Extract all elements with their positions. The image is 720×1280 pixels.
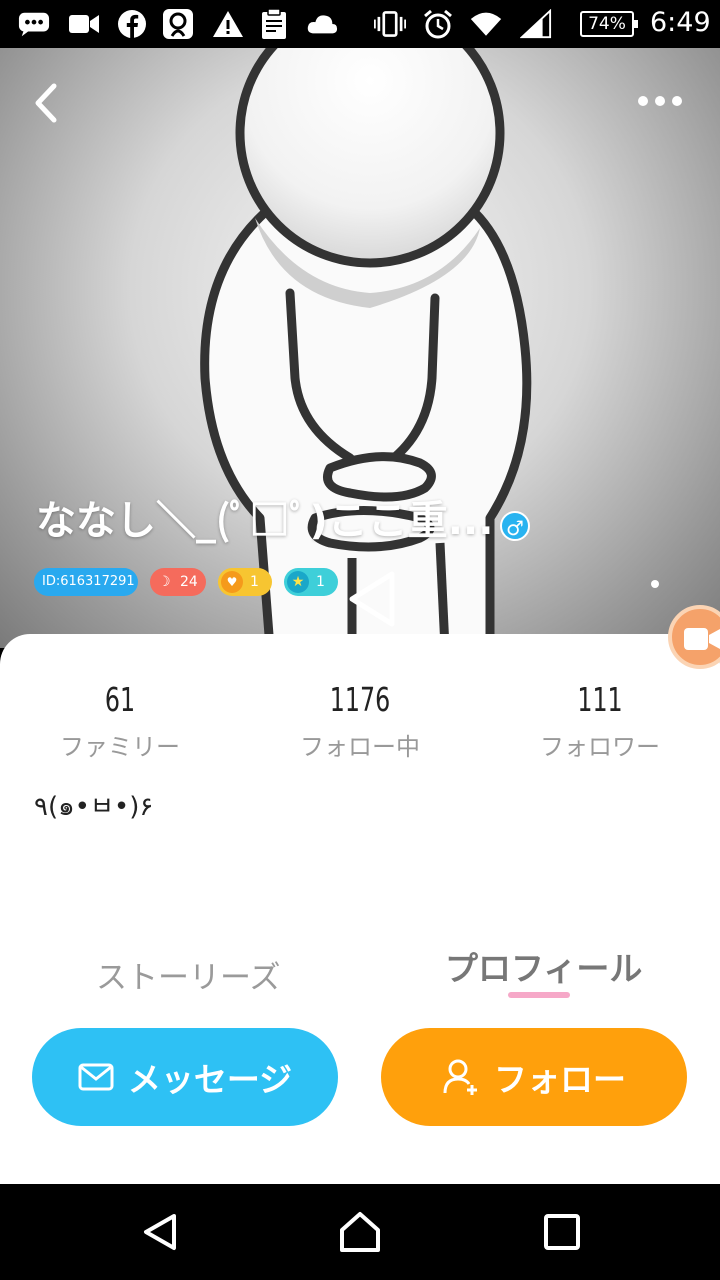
video-camera-icon xyxy=(684,628,720,650)
heart-icon: ♥ xyxy=(221,571,243,593)
page-indicator-dot xyxy=(651,580,659,588)
heart-count: 1 xyxy=(250,574,259,590)
nav-back-icon[interactable] xyxy=(138,1210,182,1254)
tab-profile[interactable]: プロフィール xyxy=(445,942,642,990)
stat-followers[interactable]: 111 フォロワー xyxy=(480,680,720,762)
battery-indicator: 74% xyxy=(580,11,638,37)
active-tab-indicator xyxy=(508,992,570,998)
add-user-icon xyxy=(442,1058,480,1096)
star-badge: ★ 1 xyxy=(284,568,338,596)
stat-label: フォロー中 xyxy=(300,733,420,761)
clock: 6:49 xyxy=(650,7,711,38)
star-count: 1 xyxy=(316,574,325,590)
alarm-icon xyxy=(422,8,454,40)
stat-value: 61 xyxy=(104,680,136,719)
wifi-icon xyxy=(470,8,502,40)
more-options-button[interactable] xyxy=(632,86,688,116)
more-dot-icon xyxy=(672,96,682,106)
nav-home-icon[interactable] xyxy=(338,1210,382,1254)
follow-button[interactable]: フォロー xyxy=(381,1028,687,1126)
stats-row: 61 ファミリー 1176 フォロー中 111 フォロワー xyxy=(0,680,720,762)
play-triangle-icon[interactable] xyxy=(346,568,398,630)
vibrate-icon xyxy=(374,8,406,40)
more-dot-icon xyxy=(638,96,648,106)
stat-label: フォロワー xyxy=(540,733,660,761)
messages-icon xyxy=(18,8,50,40)
video-icon xyxy=(68,8,100,40)
cloud-icon xyxy=(306,8,338,40)
username: ななし＼_(ﾟ□ﾟ)ここ重... xyxy=(36,498,494,544)
stat-family[interactable]: 61 ファミリー xyxy=(0,680,240,762)
stat-following[interactable]: 1176 フォロー中 xyxy=(240,680,480,762)
moon-badge: ☽ 24 xyxy=(150,568,206,596)
male-gender-icon: ♂ xyxy=(500,511,530,541)
moon-icon: ☽ xyxy=(158,574,171,590)
back-button[interactable] xyxy=(26,78,70,128)
nav-recents-icon[interactable] xyxy=(540,1210,584,1254)
clipboard-icon xyxy=(258,8,290,40)
stat-value: 1176 xyxy=(329,680,391,719)
message-button[interactable]: メッセージ xyxy=(32,1028,338,1126)
bio-text: ٩(๑•ㅂ•)۶ xyxy=(34,792,154,822)
stat-value: 111 xyxy=(577,680,623,719)
message-button-label: メッセージ xyxy=(127,1060,293,1099)
app-icon xyxy=(162,8,194,40)
heart-badge: ♥ 1 xyxy=(218,568,272,596)
tab-stories[interactable]: ストーリーズ xyxy=(96,952,280,997)
user-id-badge: ID:616317291 xyxy=(34,568,138,596)
system-nav-bar xyxy=(0,1184,720,1280)
stat-label: ファミリー xyxy=(60,733,180,761)
more-dot-icon xyxy=(655,96,665,106)
warning-icon xyxy=(212,8,244,40)
facebook-icon xyxy=(116,8,148,40)
moon-count: 24 xyxy=(180,574,198,590)
follow-button-label: フォロー xyxy=(494,1060,626,1099)
profile-cover: ななし＼_(ﾟ□ﾟ)ここ重... ♂ ID:616317291 ☽ 24 ♥ 1… xyxy=(0,48,720,648)
profile-tabs: ストーリーズ プロフィール xyxy=(0,940,720,1010)
signal-icon xyxy=(520,8,552,40)
envelope-icon xyxy=(78,1063,114,1091)
star-icon: ★ xyxy=(287,571,309,593)
cover-illustration xyxy=(200,48,532,648)
status-bar: 74% 6:49 xyxy=(0,0,720,48)
